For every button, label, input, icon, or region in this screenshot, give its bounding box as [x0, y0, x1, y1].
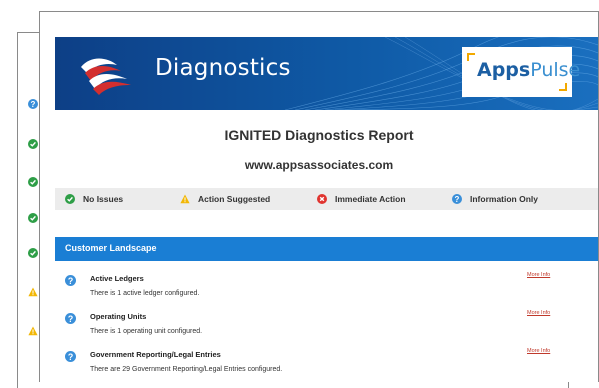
- section-header: Customer Landscape: [55, 237, 598, 261]
- banner-title: Diagnostics: [155, 55, 291, 81]
- item-title: Active Ledgers: [90, 274, 144, 283]
- check-icon: [65, 194, 75, 204]
- check-icon: [28, 248, 38, 258]
- flag-logo-icon: [81, 58, 131, 95]
- legend-information-only: ? Information Only: [452, 188, 538, 210]
- diagnostics-banner: Diagnostics AppsPulse: [55, 37, 598, 110]
- info-icon: ?: [65, 275, 76, 286]
- warning-icon: [180, 194, 190, 204]
- legend-label: No Issues: [83, 194, 124, 204]
- status-icon-column: ?: [0, 0, 40, 387]
- warning-icon: [28, 287, 38, 297]
- legend-label: Information Only: [470, 194, 538, 204]
- brand-suffix: Pulse: [530, 59, 581, 81]
- more-info-link[interactable]: More Info: [527, 310, 550, 316]
- check-icon: [28, 177, 38, 187]
- bracket-decoration: [559, 83, 567, 91]
- list-item: ? Operating Units There is 1 operating u…: [55, 310, 598, 344]
- report-title: IGNITED Diagnostics Report: [224, 127, 414, 143]
- error-icon: [317, 194, 327, 204]
- status-legend: No Issues Action Suggested Immediate Act…: [55, 188, 598, 210]
- legend-label: Action Suggested: [198, 194, 271, 204]
- appspulse-logo: AppsPulse: [462, 47, 580, 97]
- bracket-decoration: [467, 53, 475, 61]
- item-title: Operating Units: [90, 312, 147, 321]
- more-info-link[interactable]: More Info: [527, 348, 550, 354]
- item-description: There is 1 active ledger configured.: [90, 290, 200, 297]
- item-title: Government Reporting/Legal Entries: [90, 350, 221, 359]
- legend-no-issues: No Issues: [65, 188, 123, 210]
- info-icon: ?: [28, 99, 38, 109]
- svg-text:?: ?: [31, 100, 36, 109]
- svg-text:?: ?: [455, 195, 460, 204]
- report-url: www.appsassociates.com: [244, 158, 394, 172]
- info-icon: ?: [65, 313, 76, 324]
- legend-action-suggested: Action Suggested: [180, 188, 270, 210]
- section-title: Customer Landscape: [65, 243, 157, 253]
- appspulse-wordmark: AppsPulse: [477, 59, 580, 81]
- svg-text:?: ?: [68, 276, 73, 286]
- legend-immediate-action: Immediate Action: [317, 188, 406, 210]
- more-info-link[interactable]: More Info: [527, 272, 550, 278]
- info-icon: ?: [452, 194, 462, 204]
- info-icon: ?: [65, 351, 76, 362]
- list-item: ? Active Ledgers There is 1 active ledge…: [55, 272, 598, 306]
- warning-icon: [28, 326, 38, 336]
- list-item: ? Government Reporting/Legal Entries The…: [55, 348, 598, 382]
- legend-label: Immediate Action: [335, 194, 406, 204]
- check-icon: [28, 213, 38, 223]
- check-icon: [28, 139, 38, 149]
- diagnostics-report-page[interactable]: Diagnostics AppsPulse IGNITED Diagnostic…: [39, 11, 599, 382]
- svg-text:?: ?: [68, 314, 73, 324]
- brand-prefix: Apps: [477, 59, 531, 81]
- item-description: There are 29 Government Reporting/Legal …: [90, 366, 283, 373]
- item-description: There is 1 operating unit configured.: [90, 328, 203, 335]
- svg-text:?: ?: [68, 352, 73, 362]
